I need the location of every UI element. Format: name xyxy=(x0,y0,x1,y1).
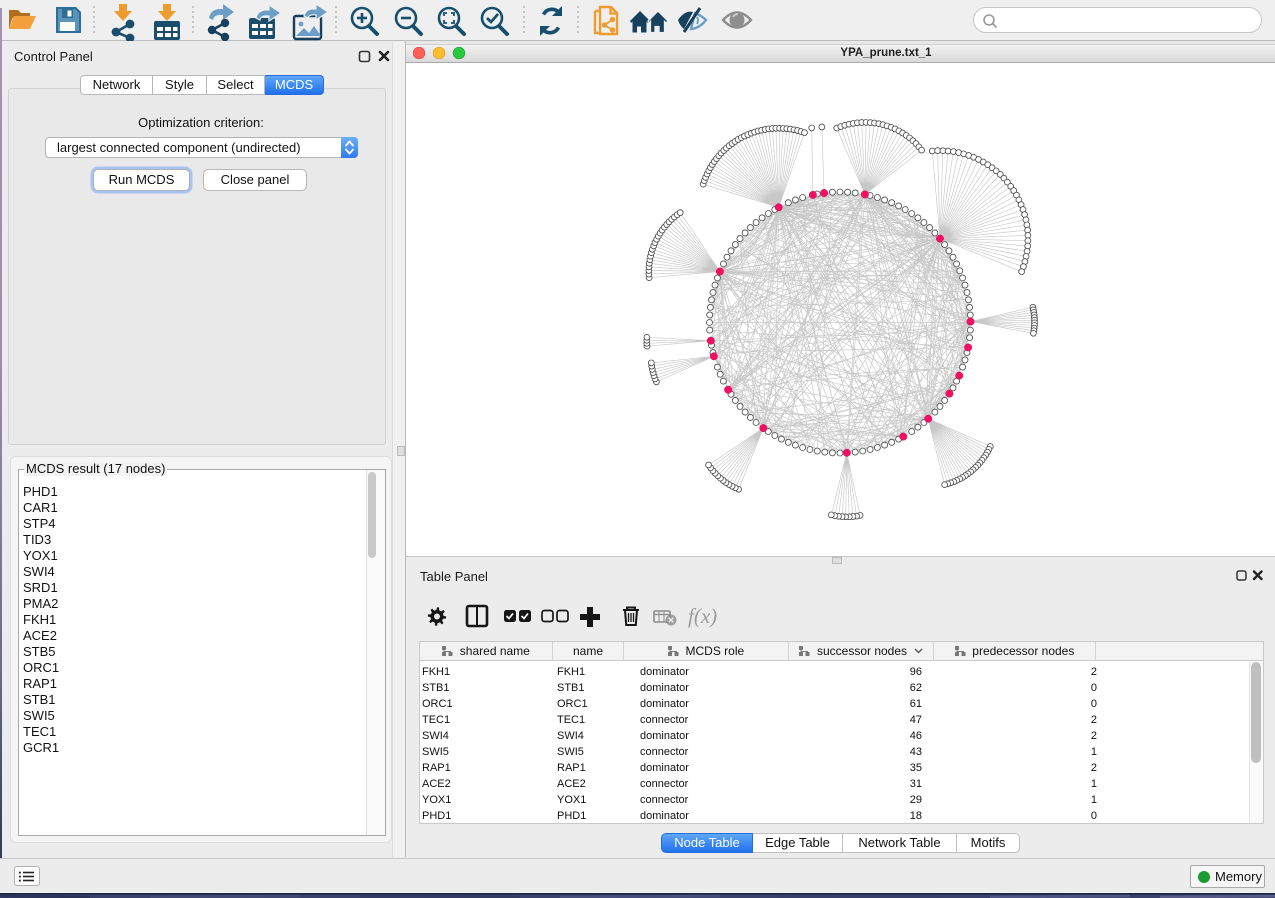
svg-text:f(x): f(x) xyxy=(688,604,717,628)
